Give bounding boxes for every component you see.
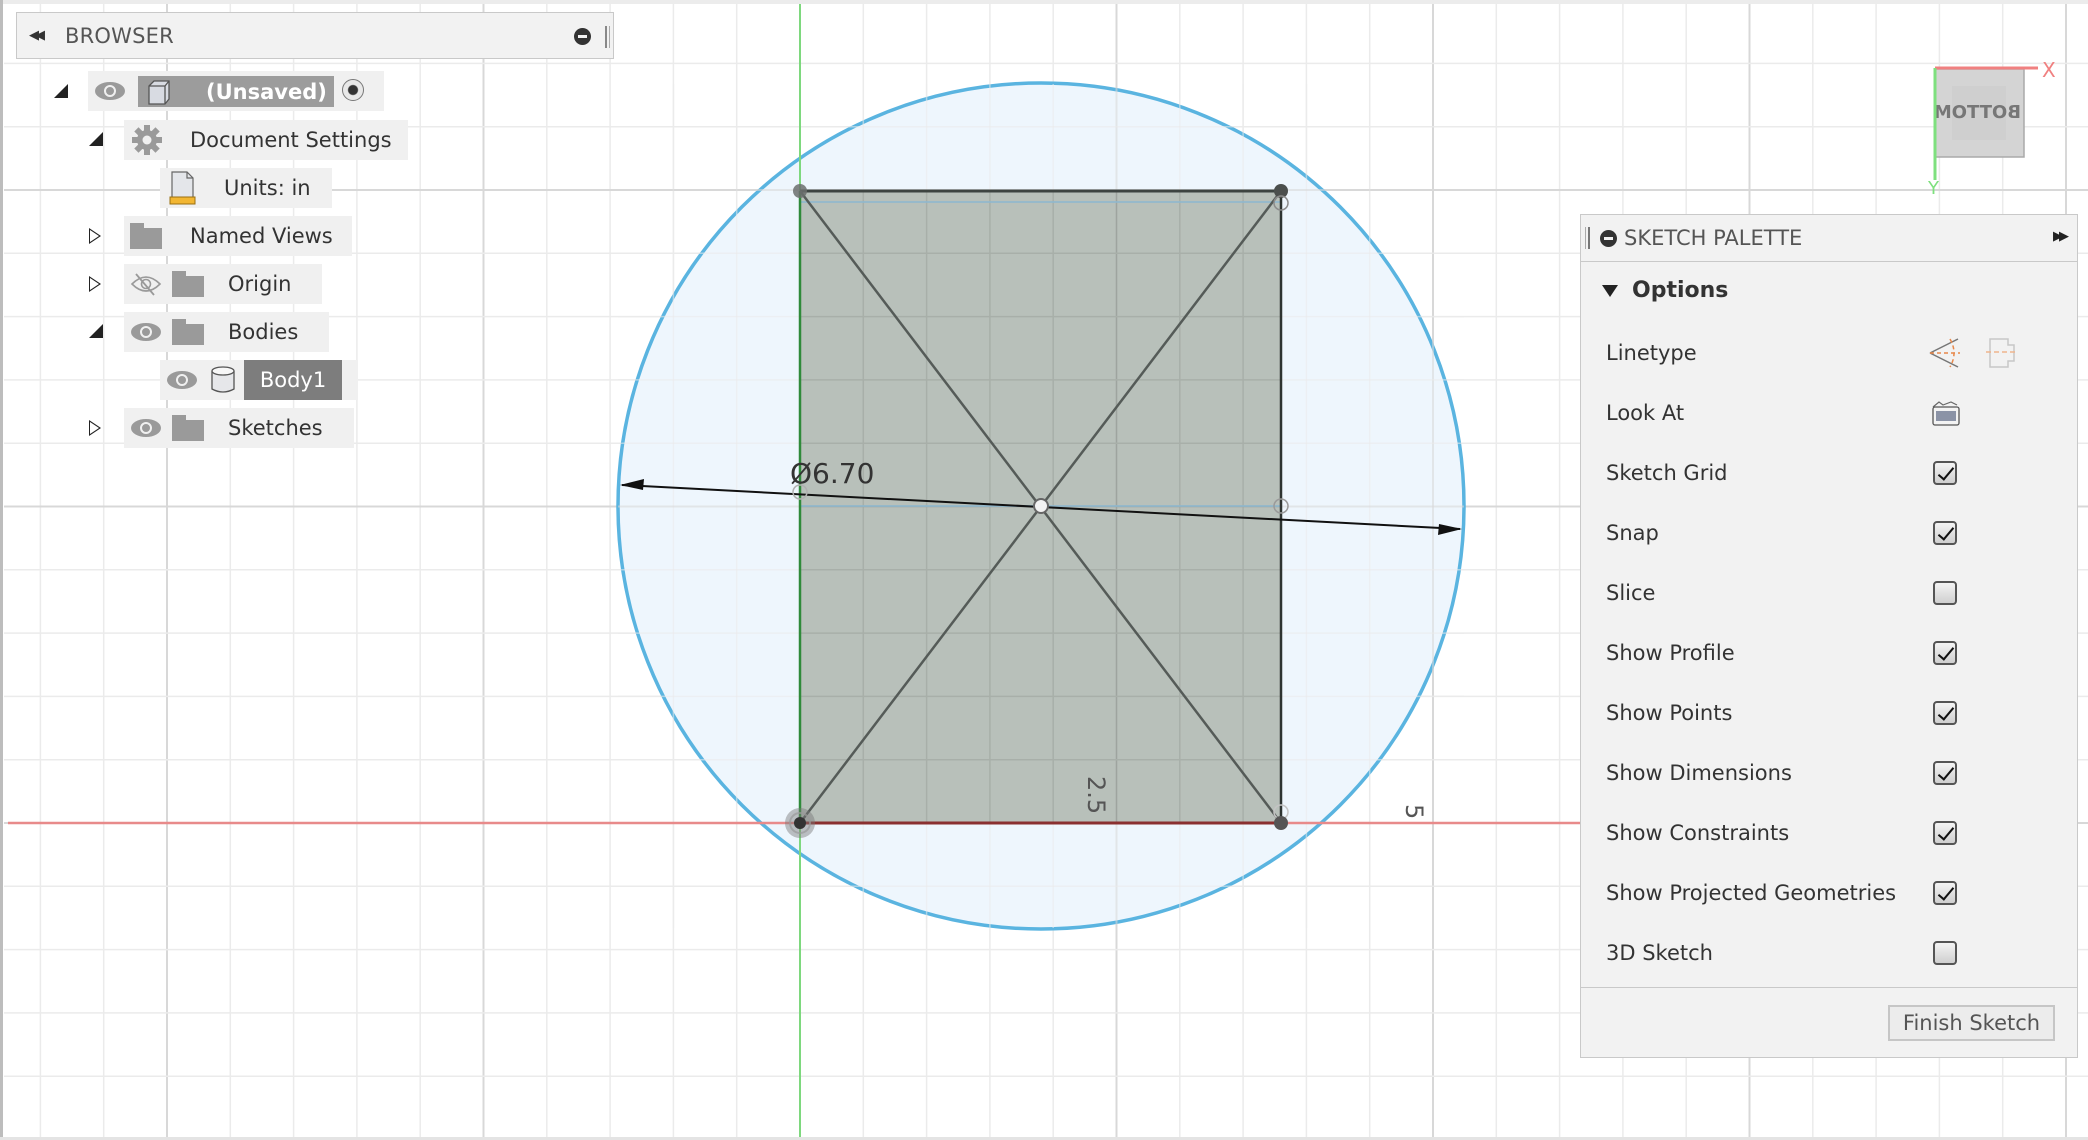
folder-icon	[172, 271, 204, 297]
eye-icon[interactable]	[166, 370, 198, 390]
collapse-left-icon[interactable]: ◀◀	[29, 28, 49, 43]
palette-row-label: Show Projected Geometries	[1606, 881, 1897, 905]
3d-sketch-checkbox[interactable]	[1933, 941, 1957, 965]
expand-toggle-sketches[interactable]	[89, 420, 105, 436]
palette-row-show-dimensions: Show Dimensions	[1606, 753, 2056, 793]
show-projected-geometries-checkbox[interactable]	[1933, 881, 1957, 905]
folder-icon	[172, 319, 204, 345]
palette-row-label: Look At	[1606, 401, 1685, 425]
tree-item-sketches[interactable]: Sketches	[124, 408, 354, 448]
show-constraints-checkbox[interactable]	[1933, 821, 1957, 845]
show-profile-checkbox[interactable]	[1933, 641, 1957, 665]
tree-item-units[interactable]: Units: in	[160, 168, 332, 208]
palette-row-show-constraints: Show Constraints	[1606, 813, 2056, 853]
expand-toggle-origin[interactable]	[89, 276, 105, 292]
folder-icon	[130, 223, 162, 249]
options-section-title: Options	[1632, 278, 1729, 303]
tree-item-label: Document Settings	[190, 128, 392, 152]
chevron-down-icon	[1602, 284, 1618, 297]
browser-header[interactable]: ◀◀ BROWSER	[16, 12, 614, 59]
eye-icon[interactable]	[130, 418, 162, 438]
expand-toggle-named-views[interactable]	[89, 228, 105, 244]
browser-title: BROWSER	[65, 23, 174, 48]
view-cube-y-label: Y	[1927, 178, 1940, 199]
palette-row-label: Show Dimensions	[1606, 761, 1792, 785]
palette-row-sketch-grid: Sketch Grid	[1606, 453, 2056, 493]
expand-toggle-root[interactable]	[54, 84, 70, 100]
minimize-icon[interactable]	[1600, 229, 1617, 247]
palette-row-label: Sketch Grid	[1606, 461, 1728, 485]
view-cube[interactable]: BOTTOM X Y	[1927, 58, 2056, 199]
tree-item-label: Body1	[259, 368, 327, 392]
palette-row-label: Linetype	[1606, 341, 1697, 365]
palette-row-show-profile: Show Profile	[1606, 633, 2056, 673]
show-dimensions-checkbox[interactable]	[1933, 761, 1957, 785]
expand-toggle-document-settings[interactable]	[89, 132, 105, 148]
palette-row-label: Show Points	[1606, 701, 1733, 725]
sketch-grid-checkbox[interactable]	[1933, 461, 1957, 485]
options-section-toggle[interactable]: Options	[1602, 278, 1728, 303]
sketch-palette-title: SKETCH PALETTE	[1624, 226, 1803, 250]
tree-item-named-views[interactable]: Named Views	[124, 216, 352, 256]
palette-row-show-projected-geometries: Show Projected Geometries	[1606, 873, 2056, 913]
palette-row-label: 3D Sketch	[1606, 941, 1713, 965]
finish-sketch-button[interactable]: Finish Sketch	[1888, 1005, 2055, 1041]
sketch-palette-header[interactable]: SKETCH PALETTE ▶▶	[1580, 214, 2078, 262]
linetype-construction-icon[interactable]	[1928, 335, 1962, 371]
tree-item-origin[interactable]: Origin	[124, 264, 322, 304]
tree-item-body1[interactable]: Body1	[160, 360, 358, 400]
snap-checkbox[interactable]	[1933, 521, 1957, 545]
palette-row-label: Snap	[1606, 521, 1659, 545]
grid-label-2-5: 2.5	[1082, 776, 1110, 814]
body-icon	[211, 366, 235, 393]
palette-row-show-points: Show Points	[1606, 693, 2056, 733]
view-cube-face-label[interactable]: BOTTOM	[1934, 102, 2021, 123]
tree-item-label: Bodies	[228, 320, 299, 344]
tree-item-label: Named Views	[190, 224, 333, 248]
root-selected-highlight[interactable]: (Unsaved)	[138, 76, 334, 107]
view-cube-x-label: X	[2042, 58, 2056, 82]
tree-item-label: Sketches	[228, 416, 323, 440]
palette-row-look-at: Look At	[1606, 393, 2056, 433]
sketch-point-center[interactable]	[1033, 498, 1049, 514]
eye-hidden-icon[interactable]	[130, 272, 162, 296]
drag-handle-icon[interactable]	[605, 26, 610, 48]
linetype-centerline-icon[interactable]	[1984, 335, 2018, 371]
show-points-checkbox[interactable]	[1933, 701, 1957, 725]
sketch-point-bottom-right[interactable]	[1274, 816, 1288, 830]
minimize-icon[interactable]	[574, 28, 591, 45]
active-radio-icon[interactable]	[342, 79, 364, 101]
sketch-point-top-left[interactable]	[793, 184, 807, 198]
palette-row-label: Show Profile	[1606, 641, 1735, 665]
body1-selected-highlight[interactable]: Body1	[244, 360, 342, 400]
drag-handle-icon[interactable]	[1585, 227, 1590, 249]
palette-row-label: Slice	[1606, 581, 1656, 605]
expand-toggle-bodies[interactable]	[89, 324, 105, 340]
collapse-right-icon[interactable]: ▶▶	[2053, 229, 2069, 244]
tree-item-root[interactable]: (Unsaved)	[88, 71, 384, 111]
palette-row-3d-sketch: 3D Sketch	[1606, 933, 2056, 973]
component-icon	[148, 79, 170, 105]
tree-item-label: Units: in	[224, 176, 311, 200]
look-at-icon[interactable]	[1931, 399, 1961, 429]
tree-item-label: (Unsaved)	[206, 79, 327, 104]
tree-item-document-settings[interactable]: Document Settings	[124, 120, 408, 160]
units-document-icon	[169, 171, 196, 205]
palette-row-slice: Slice	[1606, 573, 2056, 613]
palette-row-label: Show Constraints	[1606, 821, 1790, 845]
slice-checkbox[interactable]	[1933, 581, 1957, 605]
folder-icon	[172, 415, 204, 441]
origin-point[interactable]	[794, 817, 806, 829]
eye-icon[interactable]	[130, 322, 162, 342]
tree-item-bodies[interactable]: Bodies	[124, 312, 329, 352]
viewport-left-edge	[0, 0, 3, 1140]
gear-icon	[132, 125, 162, 155]
eye-icon[interactable]	[94, 81, 126, 101]
grid-label-5: 5	[1400, 804, 1428, 819]
viewport-top-edge	[0, 0, 2088, 4]
palette-row-snap: Snap	[1606, 513, 2056, 553]
tree-item-label: Origin	[228, 272, 292, 296]
